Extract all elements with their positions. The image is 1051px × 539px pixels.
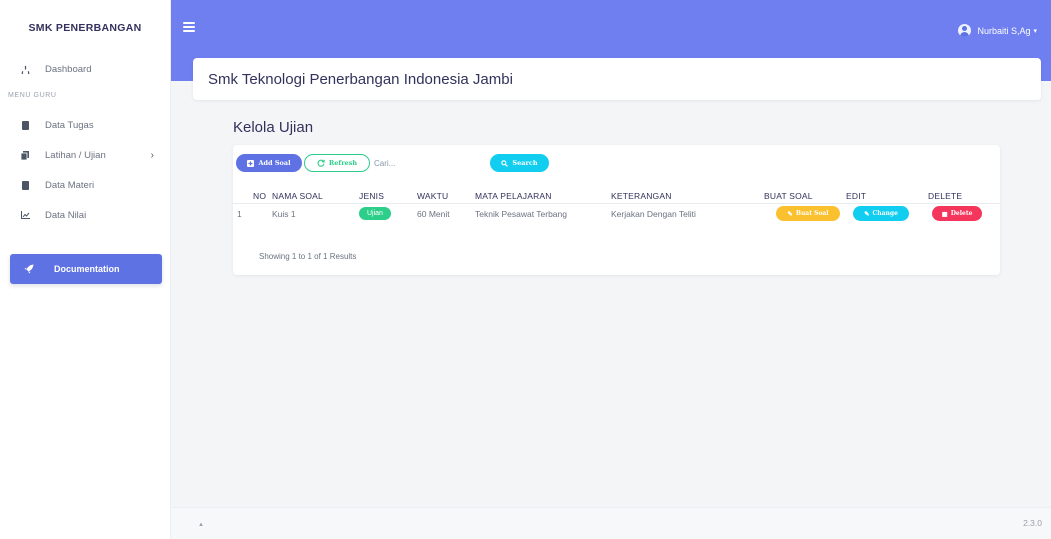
refresh-label: Refresh [328, 159, 358, 167]
documentation-label: Documentation [54, 264, 120, 274]
column-header: JENIS [359, 191, 385, 201]
brand-logo[interactable]: SMK PENERBANGAN [0, 0, 170, 56]
column-header: NO [253, 191, 267, 201]
user-name: Nurbaiti S,Ag [977, 25, 1031, 36]
search-input[interactable] [372, 154, 488, 172]
caret-down-icon: ▾ [1033, 27, 1037, 35]
documentation-button[interactable]: Documentation [10, 254, 162, 284]
rocket-icon [24, 264, 34, 274]
sidebar-item-dashboard[interactable]: Dashboard [0, 54, 170, 84]
sidebar-item-label: Data Nilai [45, 209, 87, 221]
sidebar-item-data-nilai[interactable]: Data Nilai [0, 200, 170, 230]
sidebar-item-label: Latihan / Ujian [45, 149, 106, 161]
column-header: WAKTU [417, 191, 449, 201]
footer: ▲ 2.3.0 [171, 507, 1051, 539]
column-header: BUAT SOAL [764, 191, 813, 201]
ujian-card: Add Soal Refresh Search NO NAMA SOAL JEN… [233, 145, 1000, 275]
sidebar: SMK PENERBANGAN Dashboard MENU GURU Data… [0, 0, 171, 539]
jenis-badge: Ujian [359, 207, 391, 221]
buat-soal-button[interactable]: ✎ Buat Soal [776, 206, 840, 222]
refresh-icon [317, 159, 325, 167]
delete-button[interactable]: ■ Delete [932, 206, 982, 222]
trash-icon: ■ [941, 209, 948, 218]
ujian-table: NO NAMA SOAL JENIS WAKTU MATA PELAJARAN … [233, 189, 1000, 224]
book-icon [18, 120, 32, 130]
cell-edit: ✎ Change [846, 203, 928, 224]
cell-delete: ■ Delete [928, 203, 1000, 224]
cell-buat-soal: ✎ Buat Soal [764, 203, 846, 224]
buat-soal-label: Buat Soal [795, 210, 829, 218]
edit-icon: ✎ [864, 209, 870, 218]
plus-square-icon [247, 159, 255, 167]
sidebar-item-label: Dashboard [45, 63, 92, 75]
cell-jenis: Ujian [359, 203, 417, 224]
column-header: NAMA SOAL [272, 191, 323, 201]
dashboard-icon [18, 65, 32, 74]
cell-no: 1 [233, 203, 272, 224]
cell-keterangan: Kerjakan Dengan Teliti [611, 203, 764, 224]
cell-nama-soal: Kuis 1 [272, 203, 359, 224]
toolbar: Add Soal Refresh Search [236, 154, 549, 172]
scroll-top-icon[interactable]: ▲ [198, 522, 204, 528]
sidebar-item-data-tugas[interactable]: Data Tugas [0, 110, 170, 140]
sidebar-item-label: Data Tugas [45, 119, 94, 131]
sidebar-item-data-materi[interactable]: Data Materi [0, 170, 170, 200]
change-label: Change [872, 210, 898, 218]
chevron-right-icon: › [150, 149, 154, 161]
add-soal-label: Add Soal [258, 159, 291, 167]
column-header: DELETE [928, 191, 963, 201]
search-button[interactable]: Search [490, 154, 549, 172]
edit-icon: ✎ [787, 209, 793, 218]
book-icon [18, 180, 32, 190]
column-header: KETERANGAN [611, 191, 672, 201]
search-label: Search [512, 159, 538, 167]
column-header: EDIT [846, 191, 867, 201]
school-title: Smk Teknologi Penerbangan Indonesia Jamb… [208, 70, 513, 88]
delete-label: Delete [950, 210, 973, 218]
table-row: 1 Kuis 1 Ujian 60 Menit Teknik Pesawat T… [233, 203, 1000, 224]
page-title: Kelola Ujian [233, 119, 314, 136]
refresh-button[interactable]: Refresh [304, 154, 370, 172]
sidebar-item-latihan-ujian[interactable]: Latihan / Ujian › [0, 140, 170, 170]
menu-heading: MENU GURU [8, 91, 57, 99]
copy-icon [18, 150, 32, 160]
column-header: MATA PELAJARAN [475, 191, 552, 201]
menu-toggle-icon[interactable] [183, 22, 195, 32]
page-header: Smk Teknologi Penerbangan Indonesia Jamb… [193, 58, 1041, 100]
pagination-info: Showing 1 to 1 of 1 Results [259, 252, 357, 261]
cell-mata-pelajaran: Teknik Pesawat Terbang [475, 203, 611, 224]
cell-waktu: 60 Menit [417, 203, 475, 224]
sidebar-item-label: Data Materi [45, 179, 95, 191]
chart-icon [18, 211, 32, 219]
version-label: 2.3.0 [1023, 518, 1042, 528]
avatar [958, 24, 972, 37]
table-header-row: NO NAMA SOAL JENIS WAKTU MATA PELAJARAN … [233, 189, 1000, 204]
user-menu[interactable]: Nurbaiti S,Ag ▾ [958, 24, 1037, 37]
change-button[interactable]: ✎ Change [853, 206, 909, 222]
add-soal-button[interactable]: Add Soal [236, 154, 302, 172]
search-icon [501, 159, 509, 167]
